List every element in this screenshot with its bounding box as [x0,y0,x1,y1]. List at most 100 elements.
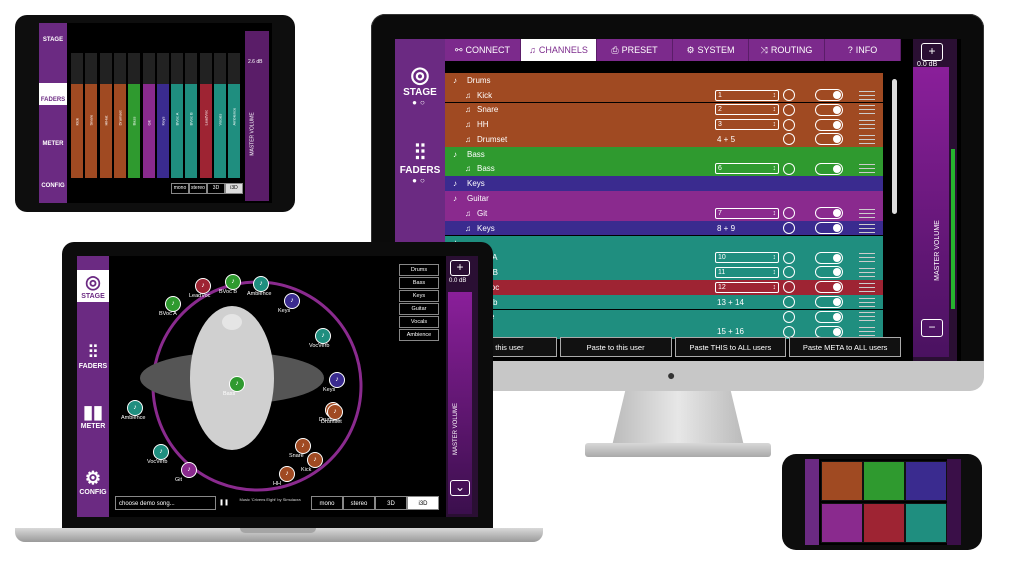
fader-strip[interactable]: Vocals [214,53,226,178]
group-row[interactable]: ♪ [445,235,883,251]
enable-toggle[interactable] [815,207,843,220]
mono-stereo-icon[interactable] [783,118,795,131]
sidebar-item-config[interactable]: CONFIG [39,183,67,189]
scrollbar[interactable] [892,79,897,214]
mono-stereo-icon[interactable] [783,296,795,309]
channel-row[interactable]: ♫cVerb13 + 14 [445,294,883,310]
channel-select[interactable]: 6 [715,163,779,175]
drag-handle-icon[interactable] [859,105,875,115]
enable-toggle[interactable] [815,325,843,338]
stage-node[interactable]: ♪ [225,274,241,290]
enable-toggle[interactable] [815,118,843,131]
fader-strip[interactable]: LeadVoc [199,53,212,178]
sidebar-item-stage[interactable]: ◎ STAGE ●○ [395,63,445,108]
enable-toggle[interactable] [815,103,843,116]
drag-handle-icon[interactable] [859,267,875,277]
channel-row[interactable]: ♫ence [445,309,883,325]
channel-row[interactable]: ♫ Git 7 [445,206,883,221]
fader-strip[interactable]: Drumset [113,53,126,178]
drag-handle-icon[interactable] [859,134,875,144]
group-filter-ambience[interactable]: Ambience [399,329,439,341]
channel-select[interactable]: 12 [715,281,779,293]
sidebar-item-config[interactable]: ⚙ CONFIG [77,468,109,496]
tab-preset[interactable]: ⎙ PRESET [597,39,673,61]
stage-node[interactable]: ♪ [181,462,197,478]
fader-strip[interactable]: Keys [156,53,169,178]
drag-handle-icon[interactable] [859,164,875,174]
tab-channels[interactable]: ♫ CHANNELS [521,39,597,61]
channel-select[interactable]: 10 [715,252,779,264]
stage-node[interactable]: ♪ [327,404,343,420]
mode-stereo[interactable]: stereo [189,183,207,194]
master-volume-slider[interactable] [913,67,949,357]
fader-strip[interactable]: Ambience [228,53,241,178]
enable-toggle[interactable] [815,133,843,146]
enable-toggle[interactable] [815,310,843,323]
enable-toggle[interactable] [815,281,843,294]
master-volume-slider[interactable] [947,459,961,545]
fader-strip[interactable]: BVoc B [185,53,198,178]
volume-up-button[interactable]: + [921,43,943,61]
tab-system[interactable]: ⚙ SYSTEM [673,39,749,61]
enable-toggle[interactable] [815,296,843,309]
channel-row[interactable]: ♫Voc A10 [445,250,883,265]
mono-stereo-icon[interactable] [783,251,795,264]
stage-node[interactable]: ♪ [295,438,311,454]
phone-tile-vocals[interactable] [863,503,905,543]
fader-strip[interactable]: HiHat [99,53,112,178]
phone-tile-drums[interactable] [821,461,863,501]
sidebar-item-meter[interactable]: ▮▮ METER [77,402,109,430]
group-row[interactable]: ♪ Keys [445,176,883,192]
mode-i3d[interactable]: i3D [225,183,243,194]
drag-handle-icon[interactable] [859,327,875,337]
mono-stereo-icon[interactable] [783,281,795,294]
mono-stereo-icon[interactable] [783,133,795,146]
mono-stereo-icon[interactable] [783,89,795,102]
sidebar-item-stage[interactable]: ◎ STAGE [77,270,109,302]
stage-node[interactable]: ♪ [329,372,345,388]
phone-tile-keys[interactable] [905,461,947,501]
fader-strip[interactable]: Kick [71,53,83,178]
channel-row[interactable]: ♫ Snare 2 [445,102,883,118]
enable-toggle[interactable] [815,222,843,235]
enable-toggle[interactable] [815,89,843,102]
paste-button[interactable]: Paste to this user [559,337,672,357]
sidebar-item-stage[interactable]: STAGE [39,37,67,43]
phone-tile-ambience[interactable] [905,503,947,543]
fader-strip[interactable]: Bass [128,53,141,178]
song-select[interactable]: choose demo song... [115,496,216,510]
mode-3d[interactable]: 3D [207,183,225,194]
channel-row[interactable]: ♫ HH 3 [445,117,883,132]
drag-handle-icon[interactable] [859,282,875,292]
fader-strip[interactable]: BVoc A [171,53,184,178]
group-row[interactable]: ♪ Guitar [445,191,883,206]
fader-strip[interactable]: Snare [85,53,98,178]
drag-handle-icon[interactable] [859,120,875,130]
channel-select[interactable]: 1 [715,89,779,101]
mode-mono[interactable]: mono [311,496,343,510]
mode-i3d[interactable]: i3D [407,496,439,510]
volume-up-button[interactable]: + [450,260,470,276]
volume-down-button[interactable]: ⌄ [450,480,470,496]
channel-row[interactable]: ♫ Kick 1 [445,87,883,103]
channel-row[interactable]: ♫ Drumset 4 + 5 [445,132,883,147]
drag-handle-icon[interactable] [859,208,875,218]
mode-mono[interactable]: mono [171,183,189,194]
drag-handle-icon[interactable] [859,253,875,263]
group-filter-guitar[interactable]: Guitar [399,303,439,315]
group-filter-bass[interactable]: Bass [399,277,439,289]
group-filter-drums[interactable]: Drums [399,264,439,276]
phone-tile-guitar[interactable] [821,503,863,543]
mono-stereo-icon[interactable] [783,162,795,175]
channel-row[interactable]: ♫ Bass 6 [445,161,883,177]
stage-node[interactable]: ♪ [153,444,169,460]
phone-tile-bass[interactable] [863,461,905,501]
pause-icon[interactable]: ❚❚ [219,496,229,510]
channel-select[interactable]: 2 [715,104,779,116]
channel-row[interactable]: ♫adVoc12 [445,279,883,295]
drag-handle-icon[interactable] [859,312,875,322]
mono-stereo-icon[interactable] [783,266,795,279]
group-row[interactable]: ♪ Bass [445,146,883,162]
enable-toggle[interactable] [815,251,843,264]
sidebar-item-faders[interactable]: ⫶⫶ FADERS ●○ [395,141,445,186]
